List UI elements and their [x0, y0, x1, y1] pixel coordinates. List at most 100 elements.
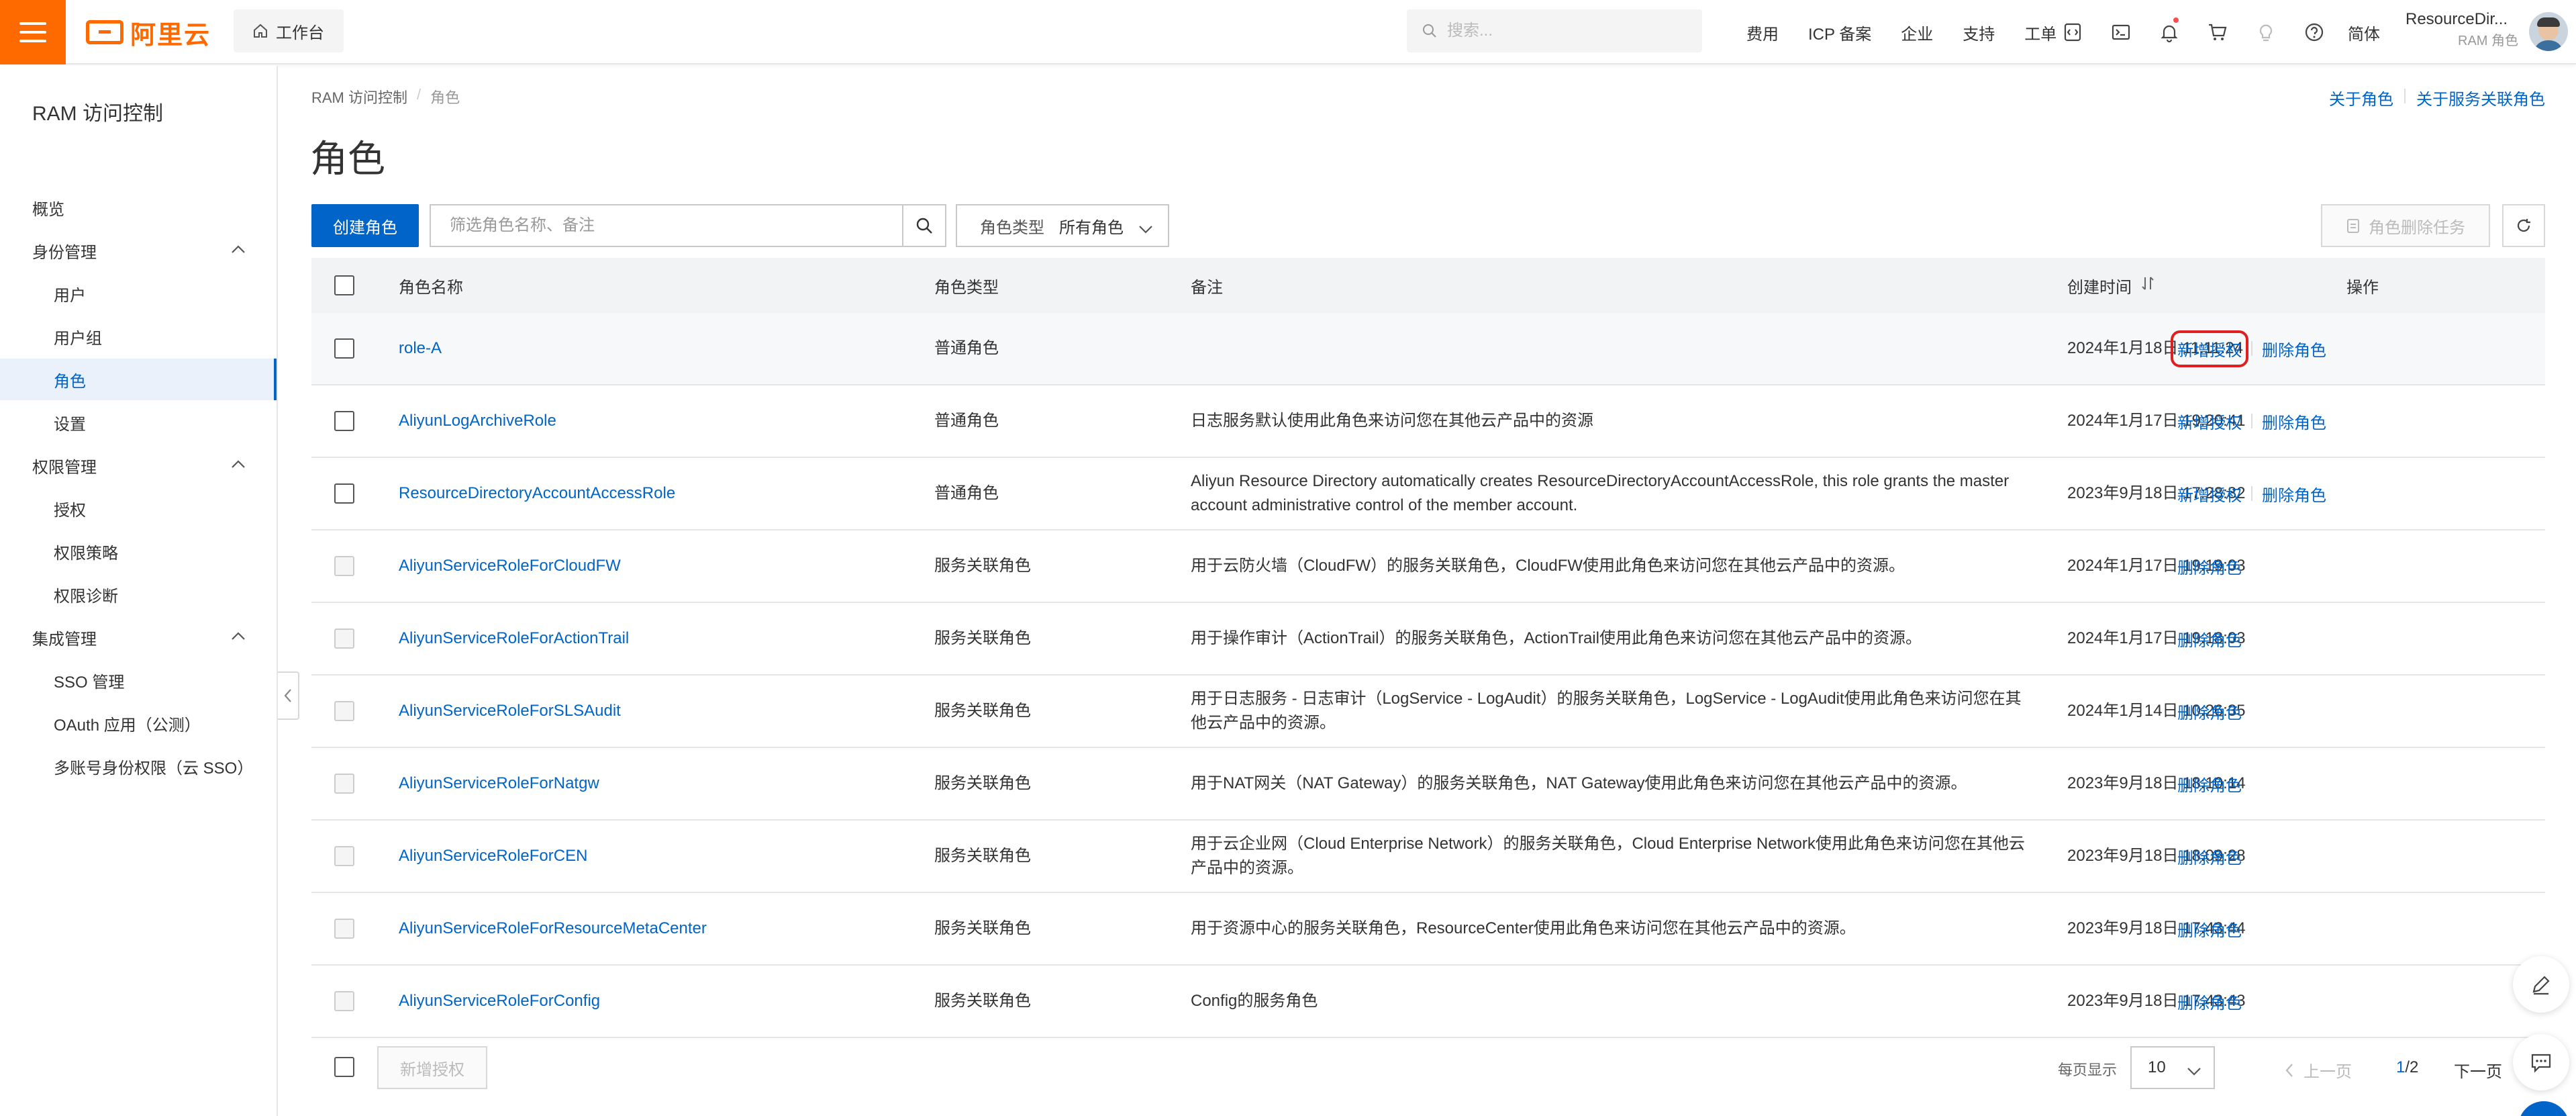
account-name: ResourceDir...: [2406, 10, 2508, 28]
nav-link-enterprise[interactable]: 企业: [1886, 21, 1948, 44]
row-checkbox[interactable]: [334, 338, 354, 359]
delete-role-link[interactable]: 删除角色: [2262, 410, 2326, 433]
sidebar-item-cloud-sso[interactable]: 多账号身份权限（云 SSO）: [0, 745, 277, 787]
sidebar-item-label: 授权: [54, 501, 86, 520]
role-name-link[interactable]: AliyunServiceRoleForNatgw: [399, 748, 599, 819]
per-page-select[interactable]: 10: [2130, 1046, 2215, 1089]
role-name-link[interactable]: AliyunServiceRoleForSLSAudit: [399, 676, 621, 747]
help-icon[interactable]: [2290, 0, 2338, 64]
role-name-link[interactable]: AliyunServiceRoleForCEN: [399, 821, 587, 892]
role-note: 用于NAT网关（NAT Gateway）的服务关联角色，NAT Gateway使…: [1191, 774, 1967, 792]
bell-icon[interactable]: [2145, 0, 2193, 64]
workbench-button[interactable]: 工作台: [234, 9, 344, 52]
role-type-select[interactable]: 角色类型 所有角色: [956, 204, 1169, 247]
sidebar-item-label: SSO 管理: [54, 673, 125, 692]
role-name-link[interactable]: AliyunLogArchiveRole: [399, 385, 556, 457]
sidebar-group-identity[interactable]: 身份管理: [0, 230, 277, 271]
delete-role-link[interactable]: 删除角色: [2177, 990, 2242, 1013]
row-checkbox[interactable]: [334, 483, 354, 504]
role-name-link[interactable]: AliyunServiceRoleForCloudFW: [399, 530, 621, 602]
sidebar-item-user-groups[interactable]: 用户组: [0, 316, 277, 357]
grant-permission-link[interactable]: 新增授权: [2171, 330, 2248, 367]
sidebar-item-label: 设置: [54, 415, 86, 434]
nav-link-billing[interactable]: 费用: [1732, 21, 1793, 44]
language-switch[interactable]: 简体: [2348, 0, 2380, 64]
role-note: 用于资源中心的服务关联角色，ResourceCenter使用此角色来访问您在其他…: [1191, 919, 1856, 937]
table-row: AliyunServiceRoleForActionTrail 服务关联角色 用于操…: [311, 603, 2545, 676]
avatar[interactable]: [2529, 12, 2568, 51]
assistant-button[interactable]: [2518, 1101, 2569, 1116]
logo[interactable]: 阿里云: [86, 15, 211, 50]
about-service-linked-roles-link[interactable]: 关于服务关联角色: [2416, 86, 2545, 109]
delete-role-link[interactable]: 删除角色: [2262, 337, 2326, 361]
chat-button[interactable]: [2513, 1034, 2569, 1090]
create-role-button[interactable]: 创建角色: [311, 204, 419, 247]
role-search-button[interactable]: [902, 205, 945, 246]
delete-role-link[interactable]: 删除角色: [2177, 845, 2242, 868]
row-actions: 删除角色: [2177, 748, 2242, 819]
column-header-type: 角色类型: [934, 278, 999, 297]
total-pages: /2: [2405, 1058, 2419, 1076]
table-header: 角色名称 角色类型 备注 创建时间 操作: [311, 258, 2545, 313]
footer-select-all-checkbox[interactable]: [334, 1057, 354, 1077]
delete-role-link[interactable]: 删除角色: [2177, 772, 2242, 796]
batch-grant-button[interactable]: 新增授权: [377, 1046, 487, 1089]
column-header-name: 角色名称: [399, 278, 463, 297]
about-roles-link[interactable]: 关于角色: [2329, 86, 2393, 109]
refresh-button[interactable]: [2502, 204, 2545, 247]
sidebar-item-policies[interactable]: 权限策略: [0, 530, 277, 572]
role-search-input[interactable]: [431, 205, 902, 246]
column-header-created[interactable]: 创建时间: [2067, 258, 2154, 313]
global-search[interactable]: [1407, 9, 1702, 52]
sidebar-item-sso[interactable]: SSO 管理: [0, 659, 277, 701]
code-icon[interactable]: [2048, 0, 2097, 64]
role-type: 服务关联角色: [934, 629, 1031, 647]
row-actions: 删除角色: [2177, 676, 2242, 747]
delete-role-link[interactable]: 删除角色: [2262, 482, 2326, 506]
sort-icon[interactable]: [2141, 276, 2154, 295]
sidebar-item-users[interactable]: 用户: [0, 273, 277, 314]
terminal-icon[interactable]: [2097, 0, 2145, 64]
sidebar-item-roles[interactable]: 角色: [0, 359, 277, 400]
role-name-link[interactable]: AliyunServiceRoleForConfig: [399, 966, 600, 1037]
delete-role-link[interactable]: 删除角色: [2177, 700, 2242, 723]
sidebar-group-permissions[interactable]: 权限管理: [0, 445, 277, 486]
account-menu[interactable]: ResourceDir... RAM 角色: [2406, 8, 2526, 56]
delete-role-link[interactable]: 删除角色: [2177, 917, 2242, 941]
role-name-link[interactable]: ResourceDirectoryAccountAccessRole: [399, 458, 675, 529]
role-note: [1191, 313, 2036, 384]
grant-permission-link[interactable]: 新增授权: [2177, 410, 2242, 433]
role-delete-tasks-button[interactable]: 角色删除任务: [2321, 204, 2490, 247]
delete-role-link[interactable]: 删除角色: [2177, 627, 2242, 651]
edit-feedback-button[interactable]: [2513, 956, 2569, 1013]
global-search-input[interactable]: [1447, 21, 1689, 40]
role-name-link[interactable]: role-A: [399, 313, 442, 384]
grant-permission-link[interactable]: 新增授权: [2177, 482, 2242, 506]
prev-page-button[interactable]: 上一页: [2285, 1058, 2352, 1082]
search-icon: [916, 218, 932, 234]
role-name-link[interactable]: AliyunServiceRoleForResourceMetaCenter: [399, 893, 707, 964]
sidebar-group-integration[interactable]: 集成管理: [0, 616, 277, 658]
lightbulb-icon[interactable]: [2242, 0, 2290, 64]
breadcrumb-item-ram[interactable]: RAM 访问控制: [311, 86, 407, 107]
role-type: 服务关联角色: [934, 919, 1031, 937]
menu-icon[interactable]: [0, 0, 66, 64]
chat-icon: [2531, 1054, 2551, 1073]
sidebar-item-oauth[interactable]: OAuth 应用（公测）: [0, 702, 277, 744]
sidebar-item-grants[interactable]: 授权: [0, 487, 277, 529]
sidebar-item-overview[interactable]: 概览: [0, 187, 277, 228]
row-checkbox[interactable]: [334, 411, 354, 431]
sidebar-item-diagnosis[interactable]: 权限诊断: [0, 573, 277, 615]
delete-role-link[interactable]: 删除角色: [2177, 555, 2242, 578]
role-note: 用于云防火墙（CloudFW）的服务关联角色，CloudFW使用此角色来访问您在…: [1191, 557, 1905, 575]
nav-link-icp[interactable]: ICP 备案: [1793, 21, 1886, 44]
edit-icon: [2532, 976, 2550, 995]
select-all-checkbox[interactable]: [334, 275, 354, 295]
role-name-link[interactable]: AliyunServiceRoleForActionTrail: [399, 603, 629, 674]
table-row: AliyunServiceRoleForSLSAudit 服务关联角色 用于日志服务…: [311, 676, 2545, 748]
next-page-button[interactable]: 下一页: [2454, 1058, 2502, 1082]
nav-link-support[interactable]: 支持: [1948, 21, 2010, 44]
cart-icon[interactable]: [2193, 0, 2242, 64]
sidebar-collapse-button[interactable]: [278, 671, 299, 720]
sidebar-item-settings[interactable]: 设置: [0, 402, 277, 443]
